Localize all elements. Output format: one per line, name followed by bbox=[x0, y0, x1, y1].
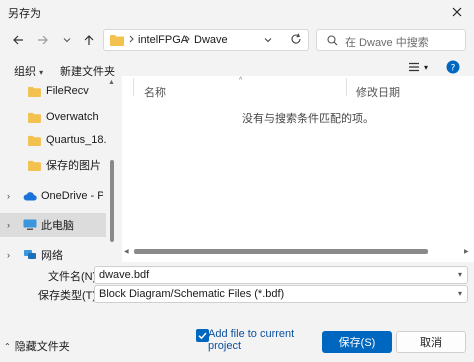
folder-icon bbox=[28, 160, 41, 171]
chevron-down-icon[interactable]: ▾ bbox=[458, 270, 462, 279]
chevron-right-icon[interactable]: › bbox=[7, 220, 17, 230]
scroll-left-icon[interactable]: ◀ bbox=[124, 248, 129, 255]
column-divider bbox=[346, 78, 347, 96]
up-button[interactable] bbox=[79, 30, 99, 50]
empty-message: 没有与搜索条件匹配的项。 bbox=[242, 113, 374, 125]
window-title: 另存为 bbox=[8, 8, 41, 20]
column-divider bbox=[133, 78, 134, 96]
chevron-right-icon[interactable]: › bbox=[7, 250, 17, 260]
address-dropdown-button[interactable] bbox=[263, 35, 273, 48]
pc-icon bbox=[23, 219, 37, 230]
nav-item-label: Quartus_18.1_s bbox=[46, 134, 106, 146]
list-view-icon bbox=[409, 62, 419, 72]
breadcrumb-intelfpga[interactable]: intelFPGA bbox=[138, 34, 188, 46]
nav-item-label: 此电脑 bbox=[41, 220, 74, 232]
back-button[interactable] bbox=[8, 30, 28, 50]
filename-input[interactable]: dwave.bdf bbox=[94, 266, 468, 284]
scroll-up-icon[interactable]: ▲ bbox=[108, 79, 115, 86]
network-icon bbox=[24, 250, 36, 259]
filename-value: dwave.bdf bbox=[99, 269, 150, 281]
folder-icon bbox=[28, 86, 41, 97]
chevron-up-icon: ⌃ bbox=[4, 341, 11, 351]
breadcrumb-dwave[interactable]: Dwave bbox=[194, 34, 228, 46]
nav-item-label: OneDrive - Pers bbox=[41, 190, 103, 202]
forward-button[interactable] bbox=[33, 30, 53, 50]
recent-dropdown-button[interactable] bbox=[57, 30, 77, 50]
filetype-label: 保存类型(T): bbox=[38, 290, 100, 302]
cloud-icon bbox=[23, 192, 37, 201]
arrow-left-icon bbox=[13, 35, 23, 45]
refresh-icon bbox=[291, 33, 301, 44]
chevron-right-icon bbox=[184, 33, 192, 48]
folder-icon bbox=[28, 112, 41, 123]
nav-item-label: 网络 bbox=[41, 250, 63, 262]
search-placeholder: 在 Dwave 中搜索 bbox=[345, 37, 429, 49]
chevron-down-icon[interactable]: ▾ bbox=[458, 289, 462, 298]
hide-folders-label: 隐藏文件夹 bbox=[14, 341, 70, 353]
nav-item-overwatch[interactable]: Overwatch bbox=[0, 105, 106, 129]
nav-item-network[interactable]: › 网络 bbox=[0, 243, 106, 267]
nav-item-quartus[interactable]: Quartus_18.1_s bbox=[0, 128, 106, 152]
cancel-button[interactable]: 取消 bbox=[396, 331, 466, 353]
nav-item-label: FileRecv bbox=[46, 85, 89, 97]
sort-up-icon: ^ bbox=[239, 77, 243, 84]
horizontal-scrollbar-thumb[interactable] bbox=[134, 249, 428, 254]
nav-item-filerecv[interactable]: FileRecv bbox=[0, 79, 106, 103]
folder-icon bbox=[28, 135, 41, 146]
view-options-button[interactable] bbox=[408, 61, 420, 76]
nav-item-label: Overwatch bbox=[46, 111, 99, 123]
close-icon bbox=[452, 7, 462, 17]
save-button[interactable]: 保存(S) bbox=[322, 331, 392, 353]
arrow-right-icon bbox=[38, 35, 48, 45]
column-header-name[interactable]: 名称 bbox=[144, 84, 166, 100]
arrow-up-icon bbox=[84, 35, 94, 45]
chevron-down-icon bbox=[63, 38, 71, 43]
nav-item-onedrive[interactable]: › OneDrive - Pers bbox=[0, 184, 106, 208]
title-bar bbox=[0, 0, 474, 24]
chevron-down-icon bbox=[264, 38, 272, 43]
search-icon bbox=[327, 35, 338, 46]
filetype-select[interactable]: Block Diagram/Schematic Files (*.bdf) bbox=[94, 285, 468, 303]
file-list bbox=[122, 76, 474, 262]
chevron-right-icon bbox=[128, 33, 136, 48]
nav-item-label: 保存的图片 bbox=[46, 160, 101, 172]
scroll-right-icon[interactable]: ▶ bbox=[464, 248, 469, 255]
svg-text:?: ? bbox=[451, 64, 456, 74]
filetype-value: Block Diagram/Schematic Files (*.bdf) bbox=[99, 288, 285, 300]
chevron-right-icon[interactable]: › bbox=[7, 191, 17, 201]
hide-folders-toggle[interactable]: ⌃ 隐藏文件夹 bbox=[4, 338, 70, 354]
close-button[interactable] bbox=[446, 1, 468, 23]
refresh-button[interactable] bbox=[290, 33, 302, 48]
navigation-pane: FileRecv Overwatch Quartus_18.1_s 保存的图片 … bbox=[0, 76, 116, 262]
nav-item-this-pc[interactable]: › 此电脑 bbox=[0, 213, 106, 237]
add-to-project-label[interactable]: Add file to current project bbox=[208, 328, 308, 352]
filename-label: 文件名(N): bbox=[48, 271, 100, 283]
help-icon: ? bbox=[446, 60, 460, 74]
chevron-down-icon[interactable]: ▾ bbox=[424, 63, 428, 72]
column-header-modified[interactable]: 修改日期 bbox=[356, 84, 400, 100]
nav-item-saved-pictures[interactable]: 保存的图片 bbox=[0, 153, 106, 177]
nav-scrollbar-thumb[interactable] bbox=[110, 160, 114, 242]
help-button[interactable]: ? bbox=[446, 60, 460, 77]
folder-icon bbox=[110, 35, 124, 46]
